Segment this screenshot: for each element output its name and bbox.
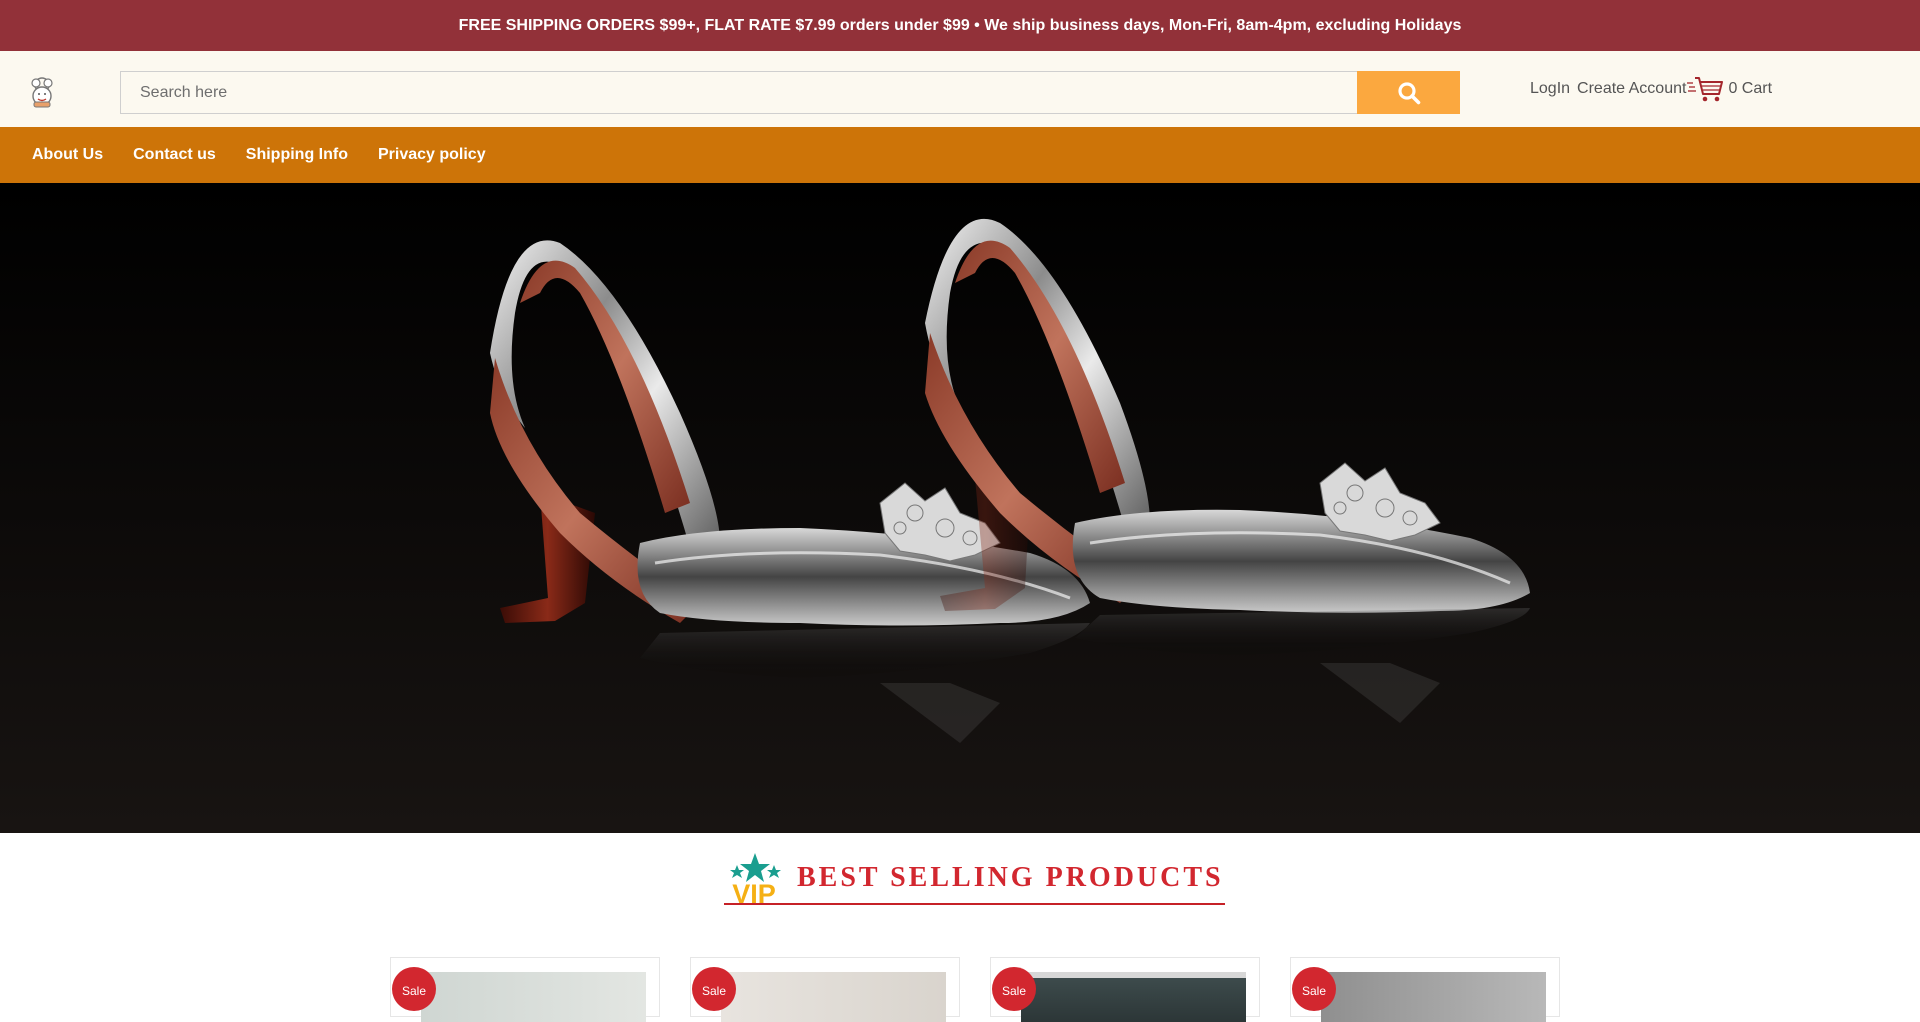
product-image: [1321, 972, 1546, 1022]
search-bar: [120, 71, 1460, 114]
main-nav: About Us Contact us Shipping Info Privac…: [0, 127, 1920, 183]
cart-count-label: 0 Cart: [1728, 80, 1773, 97]
product-card[interactable]: Sale: [1290, 957, 1560, 1022]
cart-link[interactable]: 0 Cart: [1686, 75, 1772, 103]
hero-heels-image: [0, 183, 1920, 833]
nav-item-privacy-policy[interactable]: Privacy policy: [378, 146, 486, 164]
best-selling-section: VIP BEST SELLING PRODUCTS: [0, 833, 1920, 960]
nav-item-about-us[interactable]: About Us: [32, 146, 103, 164]
site-header: LogIn Create Account 0 Cart: [0, 51, 1920, 127]
svg-text:VIP: VIP: [732, 879, 776, 905]
search-icon: [1397, 81, 1420, 104]
product-card[interactable]: Sale: [990, 957, 1260, 1022]
vip-star-icon: VIP: [730, 853, 781, 905]
sale-badge: Sale: [392, 967, 436, 1011]
nav-item-contact-us[interactable]: Contact us: [133, 146, 216, 164]
product-image: [721, 972, 946, 1022]
announcement-bar: FREE SHIPPING ORDERS $99+, FLAT RATE $7.…: [0, 0, 1920, 51]
sale-badge: Sale: [692, 967, 736, 1011]
product-image: [421, 972, 646, 1022]
shopping-cart-icon: [1687, 77, 1724, 102]
chef-logo-icon[interactable]: [26, 75, 58, 109]
best-selling-title: BEST SELLING PRODUCTS: [797, 862, 1224, 893]
search-button[interactable]: [1357, 71, 1460, 114]
best-selling-header: VIP BEST SELLING PRODUCTS: [725, 851, 1224, 905]
product-grid: Sale Sale Sale Sale: [0, 957, 1920, 1022]
login-link[interactable]: LogIn: [1530, 80, 1570, 98]
create-account-link[interactable]: Create Account: [1577, 80, 1686, 98]
announcement-text: FREE SHIPPING ORDERS $99+, FLAT RATE $7.…: [458, 16, 1462, 34]
sale-badge: Sale: [992, 967, 1036, 1011]
product-card[interactable]: Sale: [690, 957, 960, 1022]
sale-badge: Sale: [1292, 967, 1336, 1011]
search-input[interactable]: [120, 71, 1357, 114]
nav-item-shipping-info[interactable]: Shipping Info: [246, 146, 348, 164]
product-card[interactable]: Sale: [390, 957, 660, 1022]
best-selling-underline: [724, 903, 1225, 905]
hero-banner[interactable]: [0, 183, 1920, 833]
product-image: [1021, 972, 1246, 1022]
account-links: LogIn Create Account 0 Cart: [1530, 51, 1772, 127]
